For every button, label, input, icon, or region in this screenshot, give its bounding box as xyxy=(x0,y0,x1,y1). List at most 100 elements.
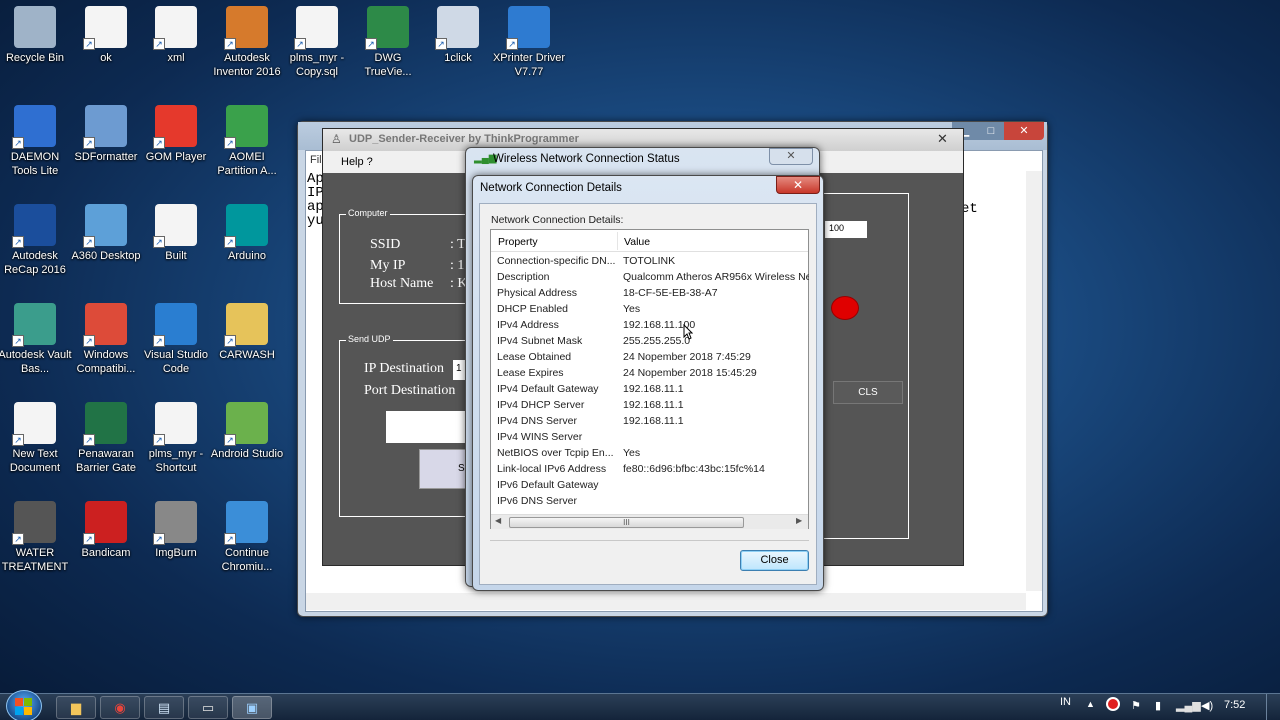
taskbar-explorer-button[interactable]: ▆ xyxy=(56,696,96,719)
desktop-icon[interactable]: ↗ Android Studio xyxy=(210,402,284,461)
desktop-icon[interactable]: ↗ Autodesk Inventor 2016 xyxy=(210,6,284,79)
flag-icon[interactable]: ⚑ xyxy=(1131,699,1141,712)
desktop-icon[interactable]: ↗ CARWASH xyxy=(210,303,284,362)
property-cell: IPv4 DHCP Server xyxy=(497,399,585,411)
list-item[interactable]: Lease Expires 24 Nopember 2018 15:45:29 xyxy=(497,367,807,383)
property-cell: Description xyxy=(497,271,550,283)
editor-hscroll[interactable] xyxy=(306,593,1026,610)
property-cell: Physical Address xyxy=(497,287,577,299)
details-separator xyxy=(490,540,809,541)
desktop-icon[interactable]: ↗ plms_myr - Shortcut xyxy=(139,402,213,475)
column-header-property[interactable]: Property xyxy=(498,236,538,248)
ssid-value: : T xyxy=(450,237,466,252)
desktop-icon[interactable]: ↗ 1click xyxy=(421,6,495,65)
shortcut-arrow-icon: ↗ xyxy=(224,434,236,446)
desktop-icon[interactable]: ↗ Penawaran Barrier Gate xyxy=(69,402,143,475)
ip-field[interactable]: 100 xyxy=(825,221,867,238)
inventor-icon: ↗ xyxy=(224,6,268,50)
desktop-icon[interactable]: ↗ Continue Chromiu... xyxy=(210,501,284,574)
scroll-right-arrow[interactable]: ▶ xyxy=(796,516,802,525)
language-indicator[interactable]: IN xyxy=(1060,696,1071,708)
desktop-icon[interactable]: Recycle Bin xyxy=(0,6,72,65)
desktop-icon[interactable]: ↗ AOMEI Partition A... xyxy=(210,105,284,178)
desktop-icon[interactable]: ↗ Autodesk Vault Bas... xyxy=(0,303,72,376)
taskbar-window-button[interactable]: ▭ xyxy=(188,696,228,719)
shortcut-arrow-icon: ↗ xyxy=(224,236,236,248)
desktop-icon[interactable]: ↗ Visual Studio Code xyxy=(139,303,213,376)
list-item[interactable]: Physical Address 18-CF-5E-EB-38-A7 xyxy=(497,287,807,303)
battery-icon[interactable]: ▮ xyxy=(1155,699,1161,712)
list-item[interactable]: IPv4 DNS Server 192.168.11.1 xyxy=(497,415,807,431)
desktop-icon[interactable]: ↗ New Text Document xyxy=(0,402,72,475)
desktop-icon[interactable]: ↗ Arduino xyxy=(210,204,284,263)
text-document-icon: ↗ xyxy=(12,402,56,446)
window-icon: ▭ xyxy=(201,700,215,715)
list-item[interactable]: Link-local IPv6 Address fe80::6d96:bfbc:4… xyxy=(497,463,807,479)
close-button[interactable]: Close xyxy=(740,550,809,571)
scroll-thumb[interactable]: III xyxy=(509,517,744,528)
close-button-label: Close xyxy=(760,554,789,566)
desktop-icon[interactable]: ↗ WATER TREATMENT xyxy=(0,501,72,574)
listview-hscroll[interactable]: ◀ III ▶ xyxy=(491,514,808,529)
desktop-icon[interactable]: ↗ ok xyxy=(69,6,143,65)
wireless-close-button[interactable]: ✕ xyxy=(769,148,813,165)
value-cell: TOTOLINK xyxy=(623,255,676,267)
maximize-button[interactable]: □ xyxy=(978,122,1004,140)
close-button[interactable]: ✕ xyxy=(1004,122,1044,140)
value-cell: 192.168.11.1 xyxy=(623,415,684,427)
column-divider[interactable] xyxy=(617,232,618,250)
aomei-icon: ↗ xyxy=(224,105,268,149)
desktop-icon[interactable]: ↗ GOM Player xyxy=(139,105,213,164)
help-menu[interactable]: Help ? xyxy=(341,156,373,168)
scroll-left-arrow[interactable]: ◀ xyxy=(495,516,501,525)
taskbar-notepad-button[interactable]: ▤ xyxy=(144,696,184,719)
list-item[interactable]: DHCP Enabled Yes xyxy=(497,303,807,319)
desktop-icon[interactable]: ↗ A360 Desktop xyxy=(69,204,143,263)
start-button[interactable] xyxy=(6,690,42,720)
list-item[interactable]: NetBIOS over Tcpip En... Yes xyxy=(497,447,807,463)
editor-menu-partial[interactable]: Fil xyxy=(310,154,322,166)
taskbar-network-button[interactable]: ▣ xyxy=(232,696,272,719)
ip-destination-value: 1 xyxy=(456,363,462,374)
desktop-icon[interactable]: ↗ ImgBurn xyxy=(139,501,213,560)
signal-icon[interactable]: ▂▄▆ xyxy=(1176,699,1201,712)
list-item[interactable]: IPv6 DNS Server xyxy=(497,495,807,511)
column-header-value[interactable]: Value xyxy=(624,236,650,248)
list-item[interactable]: IPv4 Default Gateway 192.168.11.1 xyxy=(497,383,807,399)
list-item[interactable]: IPv4 DHCP Server 192.168.11.1 xyxy=(497,399,807,415)
volume-icon[interactable]: ◀) xyxy=(1201,699,1213,712)
list-item[interactable]: IPv4 WINS Server xyxy=(497,431,807,447)
show-desktop-button[interactable] xyxy=(1266,694,1280,720)
property-cell: Lease Obtained xyxy=(497,351,572,363)
cls-button[interactable]: CLS xyxy=(833,381,903,404)
desktop-icon[interactable]: ↗ plms_myr - Copy.sql xyxy=(280,6,354,79)
desktop-icon-label: ok xyxy=(100,52,112,64)
desktop-icon[interactable]: ↗ Windows Compatibi... xyxy=(69,303,143,376)
editor-vscroll[interactable] xyxy=(1026,171,1042,591)
record-icon[interactable] xyxy=(1106,697,1120,711)
port-destination-label: Port Destination xyxy=(364,383,456,398)
shortcut-arrow-icon: ↗ xyxy=(83,533,95,545)
desktop-icon[interactable]: ↗ SDFormatter xyxy=(69,105,143,164)
udp-close-button[interactable]: ✕ xyxy=(937,131,948,147)
desktop-icon[interactable]: ↗ DAEMON Tools Lite xyxy=(0,105,72,178)
desktop-icon[interactable]: ↗ Bandicam xyxy=(69,501,143,560)
list-item[interactable]: Connection-specific DN... TOTOLINK xyxy=(497,255,807,271)
show-hidden-icons[interactable]: ▲ xyxy=(1086,699,1095,709)
details-close-x-button[interactable]: ✕ xyxy=(776,176,820,194)
desktop-icon[interactable]: ↗ xml xyxy=(139,6,213,65)
desktop-icon[interactable]: ↗ Built xyxy=(139,204,213,263)
clock[interactable]: 7:52 xyxy=(1224,699,1245,711)
list-item[interactable]: IPv4 Address 192.168.11.100 xyxy=(497,319,807,335)
ip-field-value: 100 xyxy=(829,223,845,233)
desktop-icon[interactable]: ↗ DWG TrueVie... xyxy=(351,6,425,79)
desktop-icon[interactable]: ↗ XPrinter Driver V7.77 xyxy=(492,6,566,79)
document-icon: ↗ xyxy=(153,402,197,446)
value-cell: Yes xyxy=(623,303,641,315)
list-item[interactable]: Lease Obtained 24 Nopember 2018 7:45:29 xyxy=(497,351,807,367)
taskbar-chrome-button[interactable]: ◉ xyxy=(100,696,140,719)
list-item[interactable]: Description Qualcomm Atheros AR956x Wirel… xyxy=(497,271,809,287)
list-item[interactable]: IPv4 Subnet Mask 255.255.255.0 xyxy=(497,335,807,351)
list-item[interactable]: IPv6 Default Gateway xyxy=(497,479,807,495)
desktop-icon[interactable]: ↗ Autodesk ReCap 2016 xyxy=(0,204,72,277)
